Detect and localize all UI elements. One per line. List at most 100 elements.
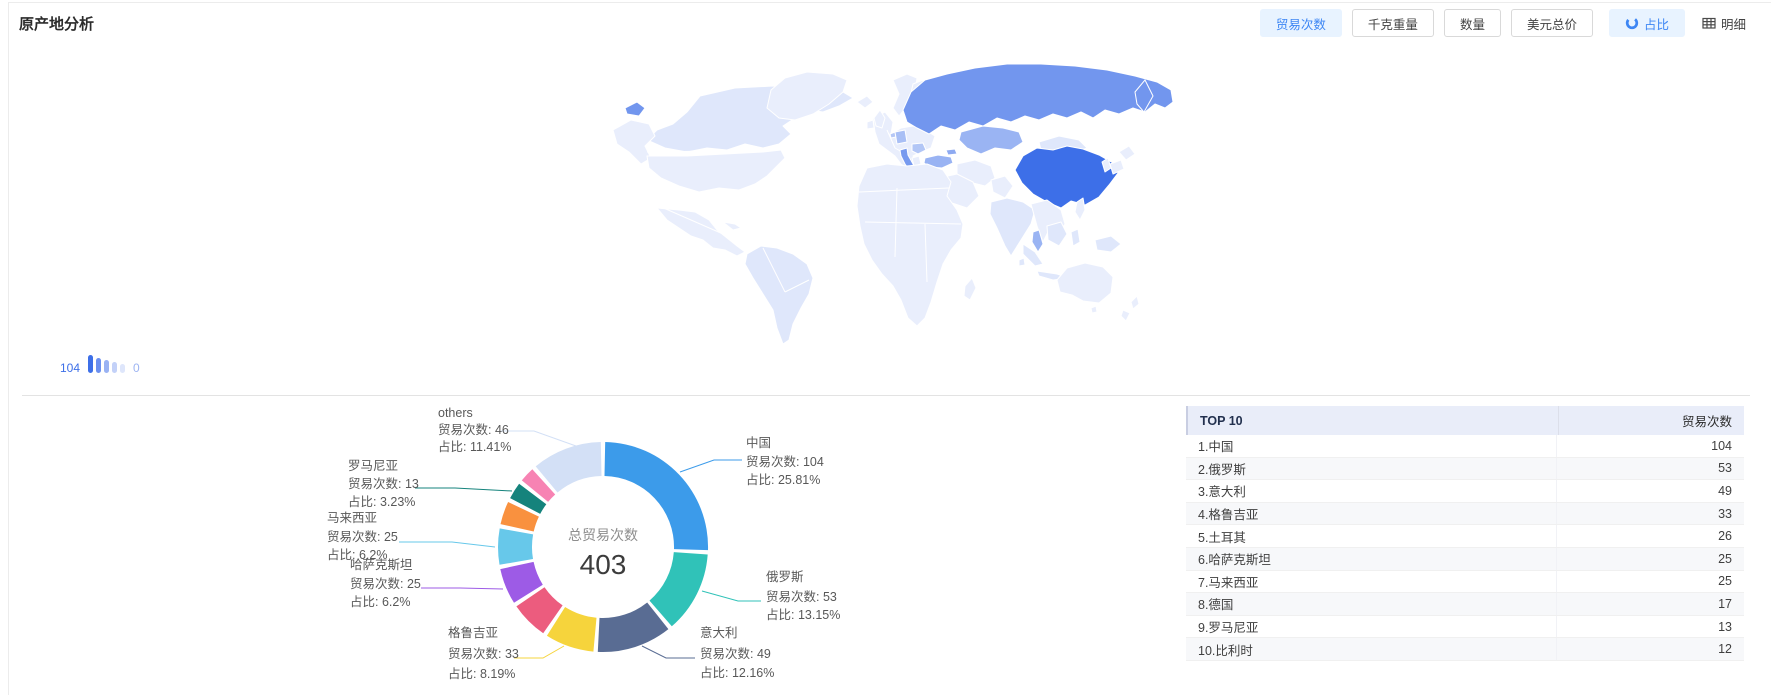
page-title: 原产地分析 [19, 13, 94, 34]
map-region-iceland [857, 96, 873, 108]
view-toggle-label: 占比 [1644, 14, 1669, 33]
donut-label-line-romania [415, 488, 512, 491]
map-region-usa [647, 150, 785, 192]
table-cell-country: 1.中国 [1186, 436, 1556, 455]
view-toggle-detail[interactable]: 明细 [1693, 9, 1755, 37]
metric-button-usd-total[interactable]: 美元总价 [1511, 9, 1593, 37]
map-region-south-america [745, 246, 813, 344]
top10-table-body: 1.中国1042.俄罗斯533.意大利494.格鲁吉亚335.土耳其266.哈萨… [1186, 435, 1744, 661]
map-region-japan [1110, 146, 1135, 174]
donut-label-georgia-line2: 贸易次数: 33 [448, 646, 519, 661]
metric-button-label: 数量 [1460, 14, 1485, 33]
donut-slices-group [498, 442, 708, 652]
map-legend-min: 0 [133, 363, 140, 373]
map-region-tasmania [1091, 306, 1097, 313]
table-cell-value: 26 [1556, 525, 1744, 547]
map-region-caribbean [723, 222, 741, 230]
map-region-new-guinea [1095, 236, 1121, 252]
metric-button-label: 千克重量 [1368, 14, 1418, 33]
table-cell-country: 6.哈萨克斯坦 [1186, 549, 1556, 568]
map-country-russia[interactable] [903, 64, 1173, 134]
table-row: 3.意大利49 [1186, 480, 1744, 503]
map-legend-bar [96, 358, 101, 373]
table-row: 6.哈萨克斯坦25 [1186, 548, 1744, 571]
toolbar: 贸易次数 千克重量 数量 美元总价 占比 明细 [1260, 9, 1755, 37]
donut-chart: 中国贸易次数: 104占比: 25.81%俄罗斯贸易次数: 53占比: 13.1… [0, 396, 1180, 695]
map-legend-bar [120, 364, 125, 373]
table-cell-value: 25 [1556, 571, 1744, 593]
donut-label-malaysia-line3: 占比: 6.2% [327, 547, 387, 562]
donut-slice-russia[interactable] [650, 552, 708, 626]
map-region-mexico [657, 208, 745, 256]
metric-button-label: 美元总价 [1527, 14, 1577, 33]
view-toggle-label: 明细 [1721, 14, 1746, 33]
metric-button-trade-count[interactable]: 贸易次数 [1260, 9, 1342, 37]
table-cell-country: 10.比利时 [1186, 640, 1556, 659]
metric-button-kg-weight[interactable]: 千克重量 [1352, 9, 1434, 37]
donut-label-italy-line3: 占比: 12.16% [700, 665, 774, 680]
donut-label-romania-line2: 贸易次数: 13 [348, 476, 419, 491]
donut-label-italy-line1: 意大利 [700, 625, 738, 640]
table-row: 9.罗马尼亚13 [1186, 616, 1744, 639]
table-cell-value: 104 [1556, 435, 1744, 457]
donut-label-line-russia [702, 591, 761, 601]
table-cell-value: 12 [1556, 638, 1744, 660]
top10-header-rank: TOP 10 [1188, 414, 1558, 428]
world-map [595, 52, 1175, 352]
donut-label-line-italy [642, 646, 695, 658]
donut-label-kazakhstan-line3: 占比: 6.2% [350, 594, 410, 609]
donut-label-kazakhstan-line2: 贸易次数: 25 [350, 576, 421, 591]
donut-label-others-line3: 占比: 11.41% [438, 439, 511, 454]
table-cell-value: 25 [1556, 548, 1744, 570]
table-cell-country: 8.德国 [1186, 594, 1556, 613]
table-cell-country: 4.格鲁吉亚 [1186, 504, 1556, 523]
map-country-russia-east[interactable] [625, 102, 645, 116]
donut-label-russia-line3: 占比: 13.15% [766, 607, 840, 622]
top10-header-metric: 贸易次数 [1558, 406, 1744, 435]
map-country-kazakhstan[interactable] [959, 126, 1023, 154]
donut-center-label: 总贸易次数 [568, 527, 638, 543]
map-country-china[interactable] [1015, 146, 1118, 208]
donut-label-malaysia-line2: 贸易次数: 25 [327, 529, 398, 544]
donut-label-georgia-line1: 格鲁吉亚 [448, 625, 498, 640]
donut-label-romania-line1: 罗马尼亚 [348, 459, 398, 473]
donut-label-romania-line3: 占比: 3.23% [348, 494, 415, 509]
table-cell-country: 3.意大利 [1186, 481, 1556, 500]
map-country-romania[interactable] [912, 143, 926, 154]
table-icon [1702, 16, 1716, 30]
map-region-new-zealand [1121, 296, 1139, 321]
table-row: 1.中国104 [1186, 435, 1744, 458]
pie-icon [1625, 16, 1639, 30]
table-row: 4.格鲁吉亚33 [1186, 503, 1744, 526]
table-cell-country: 5.土耳其 [1186, 527, 1556, 546]
donut-label-line-kazakhstan [421, 588, 503, 589]
view-toggle-group: 占比 明细 [1609, 9, 1755, 37]
map-region-pakistan [991, 176, 1013, 198]
donut-label-russia-line2: 贸易次数: 53 [766, 589, 837, 604]
map-legend-bar [112, 362, 117, 373]
table-cell-value: 33 [1556, 503, 1744, 525]
donut-label-line-china [680, 460, 742, 472]
table-cell-country: 7.马来西亚 [1186, 572, 1556, 591]
donut-label-malaysia-line1: 马来西亚 [327, 511, 377, 525]
map-region-ireland [867, 120, 874, 129]
table-cell-value: 53 [1556, 458, 1744, 480]
donut-label-others-line2: 贸易次数: 46 [438, 422, 509, 437]
donut-label-line-georgia [514, 646, 564, 658]
top10-table-header: TOP 10 贸易次数 [1186, 406, 1744, 435]
donut-label-china-line2: 贸易次数: 104 [746, 454, 824, 469]
donut-label-china-line1: 中国 [746, 435, 771, 450]
metric-button-quantity[interactable]: 数量 [1444, 9, 1501, 37]
map-region-sri-lanka [1019, 258, 1025, 266]
table-row: 7.马来西亚25 [1186, 571, 1744, 594]
metric-button-label: 贸易次数 [1276, 14, 1326, 33]
map-legend-max: 104 [60, 363, 80, 373]
map-country-georgia[interactable] [946, 149, 957, 155]
donut-label-china-line3: 占比: 25.81% [746, 472, 820, 487]
view-toggle-proportion[interactable]: 占比 [1609, 9, 1685, 37]
donut-slice-malaysia[interactable] [498, 528, 533, 564]
table-cell-country: 2.俄罗斯 [1186, 459, 1556, 478]
map-country-germany[interactable] [895, 130, 907, 144]
map-legend[interactable]: 104 0 [60, 355, 140, 373]
table-row: 10.比利时12 [1186, 638, 1744, 661]
